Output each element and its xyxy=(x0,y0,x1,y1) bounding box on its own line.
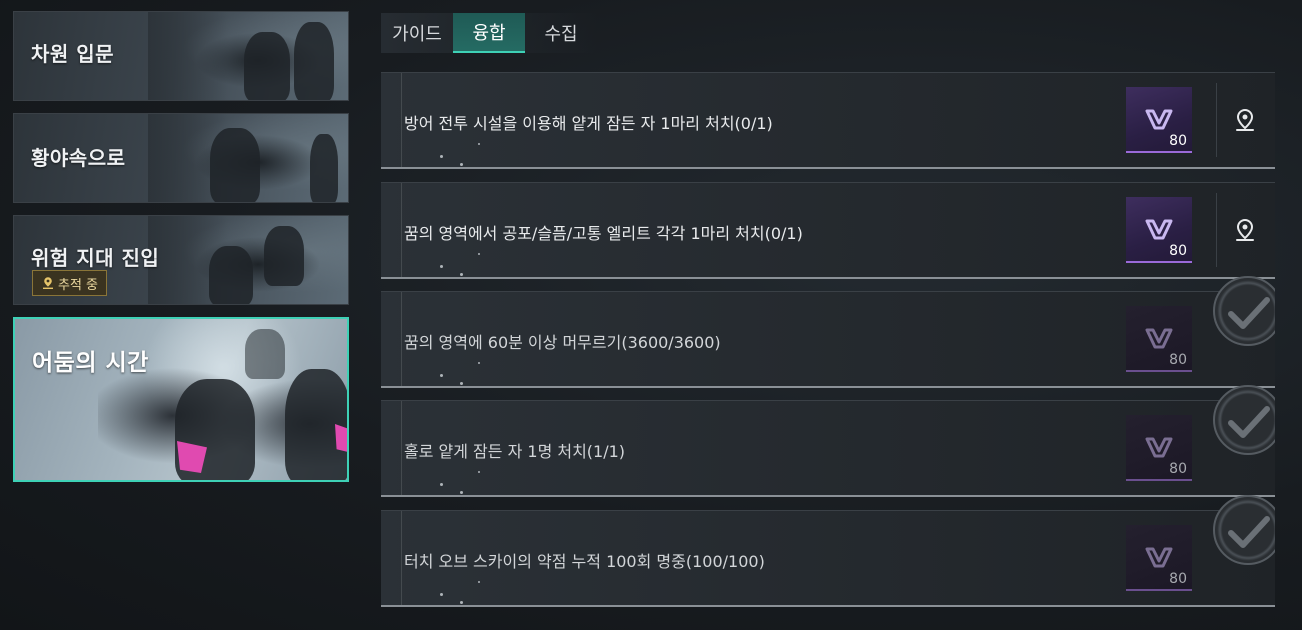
soldier-figure xyxy=(285,369,347,480)
reward-crystal-icon xyxy=(1145,109,1173,130)
mission-text: 꿈의 영역에서 공포/슬픔/고통 엘리트 각각 1마리 처치(0/1) xyxy=(404,224,803,243)
tracking-label: 추적 중 xyxy=(58,277,99,293)
chapter-title: 황야속으로 xyxy=(31,146,126,170)
row-accent-line xyxy=(401,183,402,277)
tab-guide[interactable]: 가이드 xyxy=(381,13,453,53)
chapter-card-2[interactable]: 황야속으로 xyxy=(13,113,349,203)
soldier-figure xyxy=(294,22,334,100)
reward-quantity: 80 xyxy=(1169,461,1187,477)
reward-crystal-icon xyxy=(1145,219,1173,240)
reward-quantity: 80 xyxy=(1169,352,1187,368)
divider xyxy=(1216,83,1217,157)
reward-crystal-icon xyxy=(1145,328,1173,349)
soldier-figure xyxy=(209,246,253,304)
reward-item[interactable]: 80 xyxy=(1126,197,1192,263)
row-accent-line xyxy=(401,73,402,167)
completed-check xyxy=(1213,385,1275,455)
divider xyxy=(1216,193,1217,267)
soldier-figure xyxy=(210,128,260,202)
row-accent-line xyxy=(401,292,402,386)
tab-fusion[interactable]: 융합 xyxy=(453,13,525,53)
mission-text: 방어 전투 시설을 이용해 얕게 잠든 자 1마리 처치(0/1) xyxy=(404,114,773,133)
soldier-figure xyxy=(310,134,338,202)
checkmark-icon xyxy=(1228,297,1270,329)
reward-item[interactable]: 80 xyxy=(1126,525,1192,591)
chapter-title: 차원 입문 xyxy=(31,42,115,66)
reward-quantity: 80 xyxy=(1169,571,1187,587)
checkmark-icon xyxy=(1228,406,1270,438)
row-accent-line xyxy=(401,511,402,605)
tracking-badge: 추적 중 xyxy=(32,270,108,296)
soldier-figure xyxy=(244,32,290,100)
mission-text: 홀로 얕게 잠든 자 1명 처치(1/1) xyxy=(404,442,626,461)
mission-row-completed[interactable]: 꿈의 영역에 60분 이상 머무르기(3600/3600) 80 xyxy=(381,276,1275,388)
map-pin-icon[interactable] xyxy=(1234,218,1256,244)
chapter-title: 어둠의 시간 xyxy=(32,350,149,376)
reward-crystal-icon xyxy=(1145,437,1173,458)
chapter-title: 위험 지대 진입 xyxy=(31,246,160,270)
reward-item[interactable]: 80 xyxy=(1126,87,1192,153)
tab-collect[interactable]: 수집 xyxy=(525,13,597,53)
mission-row[interactable]: 꿈의 영역에서 공포/슬픔/고통 엘리트 각각 1마리 처치(0/1) 80 xyxy=(381,182,1275,279)
pink-accent xyxy=(335,424,347,452)
reward-crystal-icon xyxy=(1145,547,1173,568)
pin-icon xyxy=(43,277,53,289)
map-pin-icon[interactable] xyxy=(1234,108,1256,134)
mission-row-completed[interactable]: 터치 오브 스카이의 약점 누적 100회 명중(100/100) 80 xyxy=(381,495,1275,607)
mission-text: 꿈의 영역에 60분 이상 머무르기(3600/3600) xyxy=(404,333,721,352)
completed-check xyxy=(1213,276,1275,346)
reward-quantity: 80 xyxy=(1169,243,1187,259)
checkmark-icon xyxy=(1228,516,1270,548)
mission-text: 터치 오브 스카이의 약점 누적 100회 명중(100/100) xyxy=(404,552,765,571)
chapter-card-4-selected[interactable]: 어둠의 시간 xyxy=(13,317,349,482)
chapter-card-1[interactable]: 차원 입문 xyxy=(13,11,349,101)
tab-bar: 가이드 융합 수집 xyxy=(381,13,597,53)
completed-check xyxy=(1213,495,1275,565)
mission-row[interactable]: 방어 전투 시설을 이용해 얕게 잠든 자 1마리 처치(0/1) 80 xyxy=(381,72,1275,169)
row-accent-line xyxy=(401,401,402,495)
soldier-figure xyxy=(264,226,304,286)
soldier-figure xyxy=(245,329,285,379)
mission-row-completed[interactable]: 홀로 얕게 잠든 자 1명 처치(1/1) 80 xyxy=(381,385,1275,497)
chapter-card-3[interactable]: 위험 지대 진입 추적 중 xyxy=(13,215,349,305)
reward-item[interactable]: 80 xyxy=(1126,306,1192,372)
reward-quantity: 80 xyxy=(1169,133,1187,149)
reward-item[interactable]: 80 xyxy=(1126,415,1192,481)
